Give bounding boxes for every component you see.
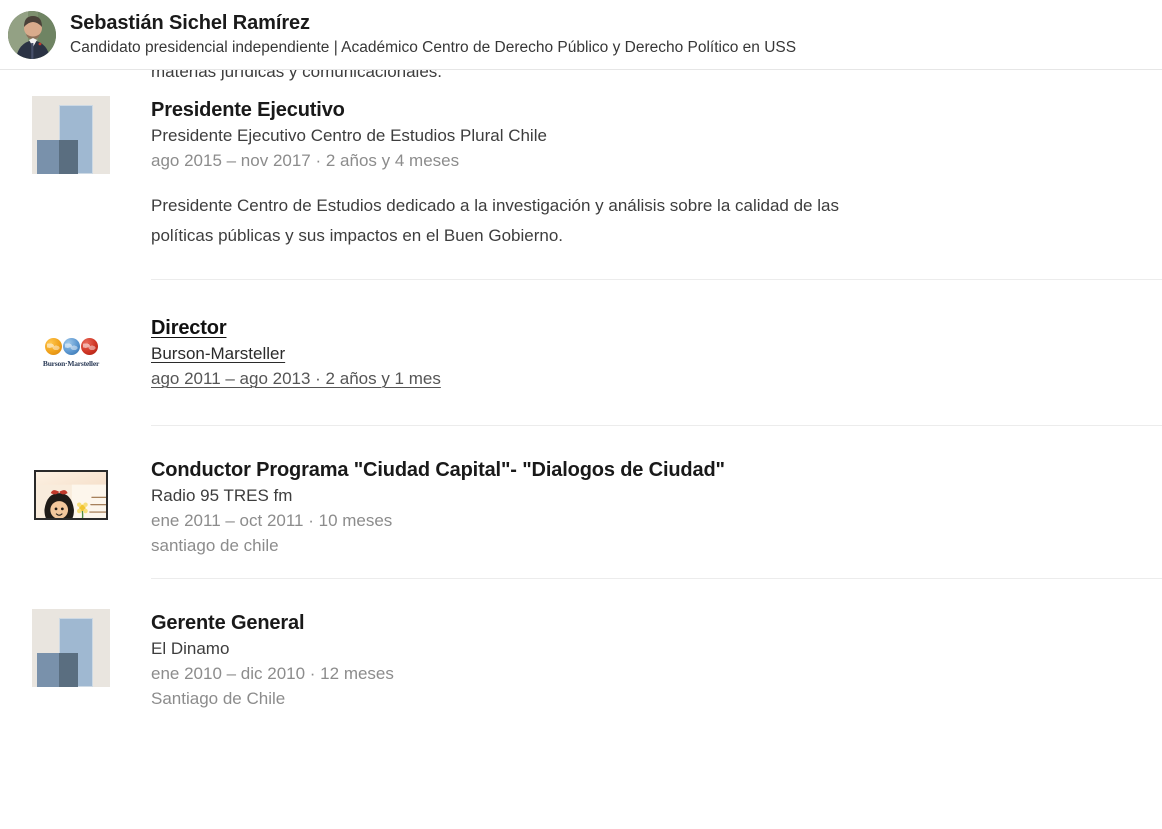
experience-title[interactable]: Director (151, 315, 1162, 341)
experience-item-conductor-programa[interactable]: Conductor Programa "Ciudad Capital"- "Di… (0, 426, 1162, 578)
experience-details: Gerente General El Dinamo ene 2010 – dic… (110, 609, 1162, 711)
experience-dates[interactable]: ago 2011 – ago 2013 · 2 años y 1 mes (151, 366, 1162, 391)
sticky-profile-header: Sebastián Sichel Ramírez Candidato presi… (0, 0, 1162, 70)
burson-marsteller-logo-icon: Burson·Marsteller (32, 314, 110, 392)
profile-headline: Candidato presidencial independiente | A… (70, 38, 797, 56)
experience-item-presidente-ejecutivo[interactable]: Presidente Ejecutivo Presidente Ejecutiv… (0, 96, 1162, 279)
experience-company[interactable]: Presidente Ejecutivo Centro de Estudios … (151, 123, 1162, 148)
experience-dates: ene 2011 – oct 2011 · 10 meses (151, 511, 393, 530)
placeholder-company-logo-icon (32, 96, 110, 174)
logo-cell: Burson·Marsteller (32, 314, 110, 425)
experience-company[interactable]: Burson-Marsteller (151, 341, 1162, 366)
experience-item-director[interactable]: Burson·Marsteller Director Burson-Marste… (0, 280, 1162, 425)
experience-title[interactable]: Presidente Ejecutivo (151, 97, 1162, 123)
company-logo (32, 609, 110, 687)
experience-list: Presidente Ejecutivo Presidente Ejecutiv… (0, 96, 1162, 711)
experience-title[interactable]: Conductor Programa "Ciudad Capital"- "Di… (151, 457, 1162, 483)
experience-company[interactable]: Radio 95 TRES fm (151, 483, 1162, 508)
experience-description: Presidente Centro de Estudios dedicado a… (151, 191, 996, 251)
experience-details: Conductor Programa "Ciudad Capital"- "Di… (110, 456, 1162, 578)
mafalda-cartoon-logo-icon (32, 456, 110, 534)
experience-company[interactable]: El Dinamo (151, 636, 1162, 661)
description-line-2: políticas públicas y sus impactos en el … (151, 226, 564, 245)
avatar[interactable] (8, 10, 56, 59)
placeholder-company-logo-icon (32, 609, 110, 687)
header-text-block: Sebastián Sichel Ramírez Candidato presi… (70, 11, 796, 59)
description-line-1: Presidente Centro de Estudios dedicado a… (151, 196, 839, 215)
experience-dates: ene 2010 – dic 2010 · 12 meses (151, 664, 394, 683)
experience-title[interactable]: Gerente General (151, 610, 1162, 636)
experience-details: Director Burson-Marsteller ago 2011 – ag… (110, 314, 1162, 425)
company-logo (32, 96, 110, 174)
profile-name[interactable]: Sebastián Sichel Ramírez (70, 11, 796, 36)
logo-cell (32, 456, 110, 578)
experience-dates: ago 2015 – nov 2017 · 2 años y 4 meses (151, 151, 460, 170)
experience-details: Presidente Ejecutivo Presidente Ejecutiv… (110, 96, 1162, 279)
logo-cell (32, 96, 110, 279)
company-logo: Burson·Marsteller (32, 314, 110, 392)
logo-cell (32, 609, 110, 711)
experience-location: Santiago de Chile (151, 689, 286, 708)
company-logo (32, 456, 110, 534)
logo-wordmark: Burson·Marsteller (42, 359, 100, 368)
experience-location: santiago de chile (151, 536, 279, 555)
experience-item-gerente-general[interactable]: Gerente General El Dinamo ene 2010 – dic… (0, 579, 1162, 711)
